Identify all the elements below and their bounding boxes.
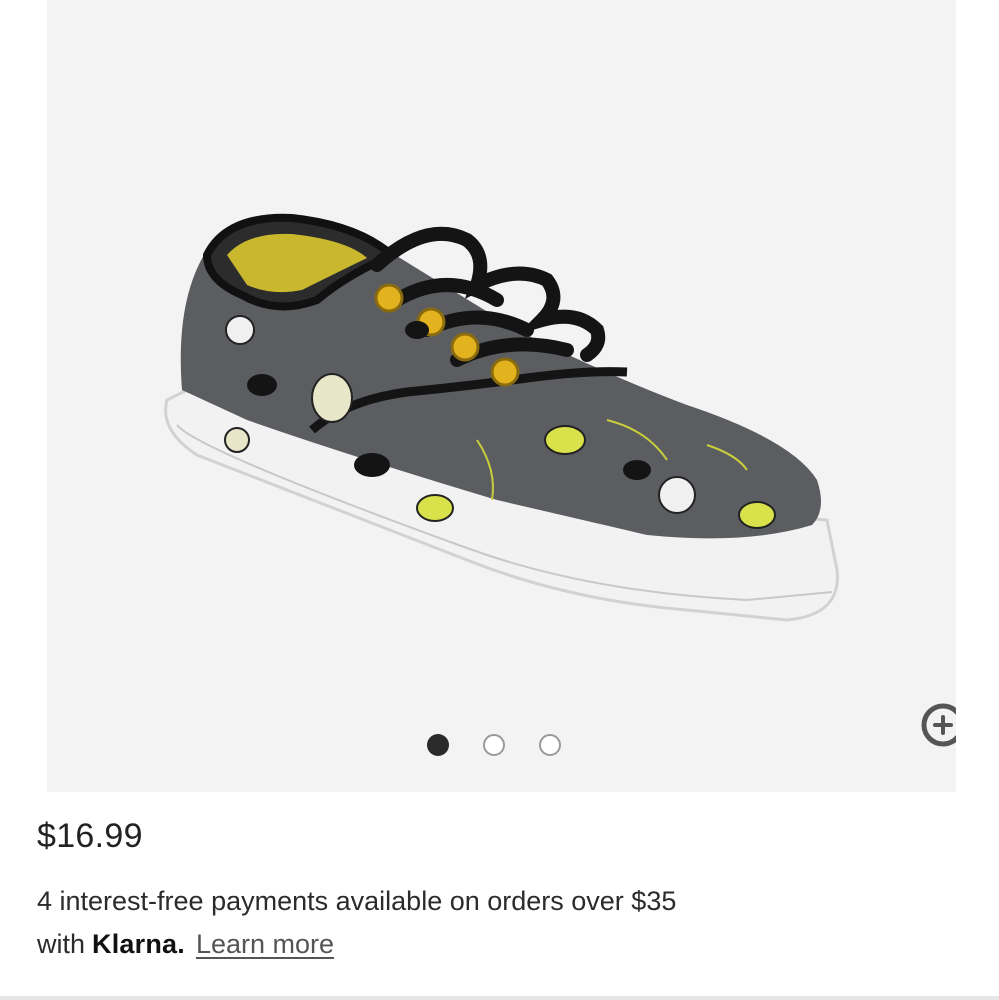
carousel-dot-1[interactable] [427,734,449,756]
klarna-with-text: with [37,929,86,959]
zoom-in-icon [921,703,956,747]
chevron-right-icon [954,162,956,204]
next-image-button[interactable] [942,156,956,210]
carousel-dot-3[interactable] [539,734,561,756]
klarna-payment-line: with Klarna. Learn more [37,929,334,960]
learn-more-link[interactable]: Learn more [196,929,334,960]
product-image-gallery[interactable] [47,0,956,792]
zoom-button[interactable] [915,697,956,767]
product-price: $16.99 [37,817,143,855]
carousel-dot-2[interactable] [483,734,505,756]
klarna-payment-info: 4 interest-free payments available on or… [37,886,677,916]
product-image[interactable] [47,0,956,792]
divider [0,996,999,1000]
carousel-indicator [427,731,561,759]
klarna-logo: Klarna. [92,929,185,959]
